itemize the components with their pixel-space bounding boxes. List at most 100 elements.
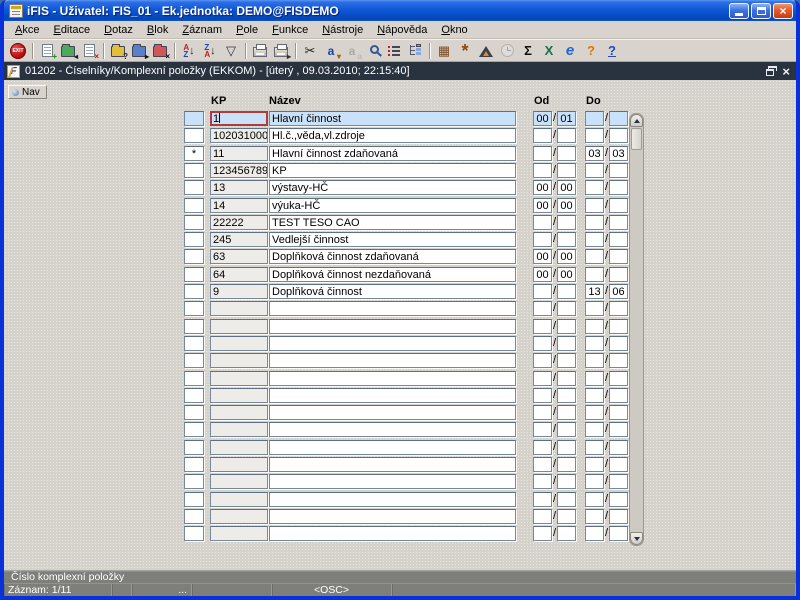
do-period1-field[interactable] xyxy=(585,474,604,489)
od-period1-field[interactable] xyxy=(533,284,552,299)
record-marker-field[interactable] xyxy=(184,526,204,541)
web-browser-button[interactable]: e xyxy=(560,41,580,60)
od-period1-field[interactable]: 00 xyxy=(533,198,552,213)
delete-record-button[interactable]: × xyxy=(79,41,99,60)
record-marker-field[interactable] xyxy=(184,440,204,455)
do-period1-field[interactable] xyxy=(585,405,604,420)
record-marker-field[interactable] xyxy=(184,336,204,351)
do-period2-field[interactable] xyxy=(609,371,628,386)
record-marker-field[interactable] xyxy=(184,163,204,178)
kp-field[interactable] xyxy=(210,319,268,334)
kp-field[interactable] xyxy=(210,457,268,472)
od-period1-field[interactable] xyxy=(533,215,552,230)
kp-field[interactable]: 11 xyxy=(210,146,268,161)
kp-field[interactable] xyxy=(210,388,268,403)
od-period1-field[interactable] xyxy=(533,526,552,541)
do-period1-field[interactable] xyxy=(585,301,604,316)
record-marker-field[interactable] xyxy=(184,128,204,143)
do-period1-field[interactable] xyxy=(585,232,604,247)
od-period1-field[interactable] xyxy=(533,336,552,351)
scrollbar-thumb[interactable] xyxy=(631,128,642,150)
kp-field[interactable] xyxy=(210,492,268,507)
record-marker-field[interactable] xyxy=(184,457,204,472)
od-period2-field[interactable] xyxy=(557,388,576,403)
do-period1-field[interactable] xyxy=(585,336,604,351)
od-period2-field[interactable] xyxy=(557,371,576,386)
od-period2-field[interactable]: 00 xyxy=(557,180,576,195)
menu-item-okno[interactable]: Okno xyxy=(434,22,474,38)
od-period2-field[interactable] xyxy=(557,336,576,351)
od-period1-field[interactable] xyxy=(533,405,552,420)
nazev-field[interactable]: výstavy-HČ xyxy=(269,180,516,195)
sort-desc-button[interactable]: ZA↓ xyxy=(200,41,220,60)
kp-field[interactable]: 9 xyxy=(210,284,268,299)
print-setup-button[interactable]: ▸ xyxy=(271,41,291,60)
execute-query-button[interactable]: ▸ xyxy=(129,41,149,60)
do-period1-field[interactable] xyxy=(585,440,604,455)
do-period1-field[interactable] xyxy=(585,163,604,178)
nazev-field[interactable] xyxy=(269,319,516,334)
kp-field[interactable]: 1020310000 xyxy=(210,128,268,143)
chart-button[interactable] xyxy=(476,41,496,60)
nazev-field[interactable] xyxy=(269,526,516,541)
od-period2-field[interactable]: 00 xyxy=(557,249,576,264)
list-of-values-button[interactable] xyxy=(384,41,404,60)
menu-item-akce[interactable]: Akce xyxy=(8,22,46,38)
od-period2-field[interactable] xyxy=(557,492,576,507)
do-period2-field[interactable] xyxy=(609,440,628,455)
nazev-field[interactable] xyxy=(269,388,516,403)
nazev-field[interactable]: KP xyxy=(269,163,516,178)
do-period2-field[interactable] xyxy=(609,353,628,368)
nazev-field[interactable] xyxy=(269,301,516,316)
od-period2-field[interactable] xyxy=(557,526,576,541)
sort-asc-button[interactable]: AZ↓ xyxy=(179,41,199,60)
od-period1-field[interactable] xyxy=(533,422,552,437)
nazev-field[interactable] xyxy=(269,509,516,524)
minimize-button[interactable] xyxy=(729,3,749,19)
record-marker-field[interactable] xyxy=(184,422,204,437)
do-period1-field[interactable] xyxy=(585,353,604,368)
do-period1-field[interactable] xyxy=(585,388,604,403)
menu-item-napoveda[interactable]: Nápověda xyxy=(370,22,434,38)
do-period1-field[interactable] xyxy=(585,457,604,472)
od-period1-field[interactable] xyxy=(533,509,552,524)
od-period2-field[interactable] xyxy=(557,128,576,143)
od-period2-field[interactable]: 01 xyxy=(557,111,576,126)
nazev-field[interactable] xyxy=(269,405,516,420)
od-period1-field[interactable]: 00 xyxy=(533,267,552,282)
cut-button[interactable]: ✂ xyxy=(300,41,320,60)
cancel-query-button[interactable]: × xyxy=(150,41,170,60)
od-period2-field[interactable] xyxy=(557,353,576,368)
kp-field[interactable]: 63 xyxy=(210,249,268,264)
kp-field[interactable] xyxy=(210,440,268,455)
do-period2-field[interactable] xyxy=(609,301,628,316)
scrollbar-down-button[interactable] xyxy=(630,532,643,545)
nazev-field[interactable]: Doplňková činnost zdaňovaná xyxy=(269,249,516,264)
od-period2-field[interactable] xyxy=(557,457,576,472)
od-period1-field[interactable] xyxy=(533,353,552,368)
menu-item-nastroje[interactable]: Nástroje xyxy=(315,22,370,38)
record-marker-field[interactable] xyxy=(184,319,204,334)
do-period2-field[interactable] xyxy=(609,198,628,213)
record-marker-field[interactable] xyxy=(184,371,204,386)
save-record-button[interactable]: ◂ xyxy=(58,41,78,60)
do-period2-field[interactable] xyxy=(609,474,628,489)
sum-button[interactable]: Σ xyxy=(518,41,538,60)
kp-field[interactable] xyxy=(210,301,268,316)
do-period2-field[interactable] xyxy=(609,111,628,126)
od-period1-field[interactable]: 00 xyxy=(533,111,552,126)
exit-button[interactable]: EXIT xyxy=(8,41,28,60)
od-period1-field[interactable] xyxy=(533,371,552,386)
kp-field[interactable]: 1 xyxy=(210,111,268,126)
od-period1-field[interactable] xyxy=(533,232,552,247)
od-period1-field[interactable]: 00 xyxy=(533,249,552,264)
kp-field[interactable]: 22222 xyxy=(210,215,268,230)
nazev-field[interactable]: Hlavní činnost xyxy=(269,111,516,126)
od-period2-field[interactable] xyxy=(557,405,576,420)
do-period1-field[interactable] xyxy=(585,111,604,126)
do-period2-field[interactable] xyxy=(609,128,628,143)
do-period2-field[interactable] xyxy=(609,336,628,351)
record-marker-field[interactable] xyxy=(184,492,204,507)
do-period2-field[interactable] xyxy=(609,457,628,472)
do-period1-field[interactable] xyxy=(585,249,604,264)
